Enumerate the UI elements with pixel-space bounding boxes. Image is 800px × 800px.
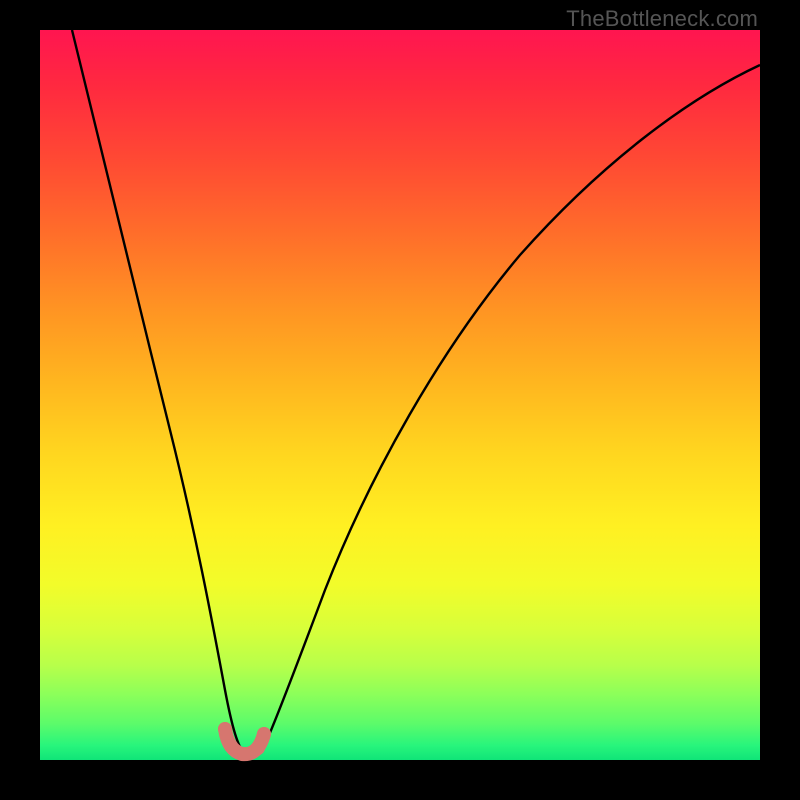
min-marker-dot [257, 727, 271, 741]
chart-frame: TheBottleneck.com [0, 0, 800, 800]
min-marker-dot [224, 739, 238, 753]
attribution-label: TheBottleneck.com [566, 6, 758, 32]
plot-area [40, 30, 760, 760]
min-marker-dot [237, 747, 251, 761]
min-marker-dot [251, 741, 265, 755]
curve-layer [40, 30, 760, 760]
min-marker-dot [218, 722, 232, 736]
bottleneck-curve [72, 30, 760, 756]
